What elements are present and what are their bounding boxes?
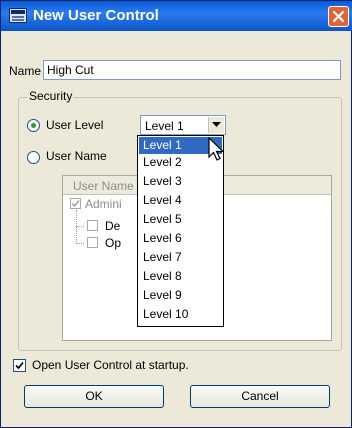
level-option[interactable]: Level 3 <box>139 173 222 190</box>
name-input[interactable]: High Cut <box>43 60 341 80</box>
check-icon <box>15 361 24 370</box>
dialog-title: New User Control <box>33 7 159 24</box>
chevron-down-icon[interactable] <box>208 117 224 133</box>
user-level-value: Level 1 <box>145 119 184 133</box>
level-option[interactable]: Level 5 <box>139 211 222 228</box>
open-at-startup-label: Open User Control at startup. <box>32 358 189 372</box>
user-level-radio[interactable] <box>27 119 40 132</box>
tree-line <box>76 226 84 227</box>
level-option[interactable]: Level 10 <box>139 306 222 323</box>
level-dropdown-list[interactable]: Level 1 Level 2 Level 3 Level 4 Level 5 … <box>137 135 224 327</box>
cancel-button[interactable]: Cancel <box>190 385 330 408</box>
admin-row-label: Admini <box>85 197 122 211</box>
op-checkbox[interactable] <box>87 237 98 248</box>
name-label: Name <box>9 64 42 78</box>
mouse-pointer-icon <box>208 137 225 161</box>
de-row-label: De <box>105 219 121 233</box>
op-row-label: Op <box>105 236 122 250</box>
level-option[interactable]: Level 6 <box>139 230 222 247</box>
close-button[interactable] <box>328 6 349 27</box>
ok-button[interactable]: OK <box>24 385 164 408</box>
user-name-label: User Name <box>46 149 107 163</box>
security-legend: Security <box>27 89 75 103</box>
level-option[interactable]: Level 9 <box>139 287 222 304</box>
user-name-radio[interactable] <box>27 151 40 164</box>
de-checkbox[interactable] <box>87 220 98 231</box>
level-option[interactable]: Level 8 <box>139 268 222 285</box>
tree-line <box>76 243 84 244</box>
tree-line <box>76 210 77 244</box>
user-level-label: User Level <box>46 118 104 132</box>
user-name-column-header: User Name <box>73 179 134 193</box>
new-user-control-dialog: New User Control Name High Cut Security … <box>0 0 352 428</box>
admin-checkbox[interactable] <box>70 198 81 209</box>
level-option[interactable]: Level 4 <box>139 192 222 209</box>
app-window-icon <box>9 8 27 23</box>
user-level-select[interactable]: Level 1 <box>140 115 226 135</box>
title-bar[interactable]: New User Control <box>1 1 352 31</box>
open-at-startup-checkbox[interactable] <box>13 359 26 372</box>
close-icon <box>332 10 345 23</box>
level-option[interactable]: Level 7 <box>139 249 222 266</box>
